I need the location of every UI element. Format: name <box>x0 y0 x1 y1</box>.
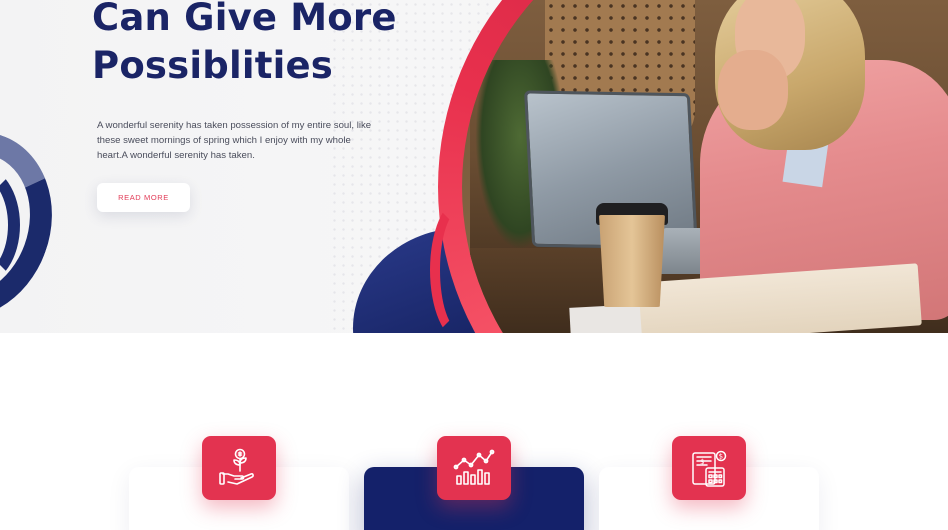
svg-text:$: $ <box>700 458 704 466</box>
photo-coffee-cup <box>599 215 665 307</box>
hero-description: A wonderful serenity has taken possessio… <box>97 120 372 161</box>
feature-icon-box-1 <box>202 436 276 500</box>
feature-icon-box-3: $ $ <box>672 436 746 500</box>
read-more-button[interactable]: READ MORE <box>97 183 190 212</box>
investment-growth-icon <box>219 448 254 485</box>
feature-icon-box-2 <box>437 436 511 500</box>
calculator-finance-icon: $ $ <box>692 450 727 487</box>
photo-scene <box>462 0 948 333</box>
svg-text:$: $ <box>719 453 723 461</box>
photo-woman-hands <box>718 50 788 130</box>
red-arc-decoration <box>430 200 490 333</box>
page: Can Give More Possiblities A wonderful s… <box>0 0 948 530</box>
hero-title: Can Give More Possiblities <box>92 0 397 87</box>
hero-photo <box>462 0 948 333</box>
analytics-chart-icon <box>453 449 495 485</box>
hero-section: Can Give More Possiblities A wonderful s… <box>0 0 948 333</box>
